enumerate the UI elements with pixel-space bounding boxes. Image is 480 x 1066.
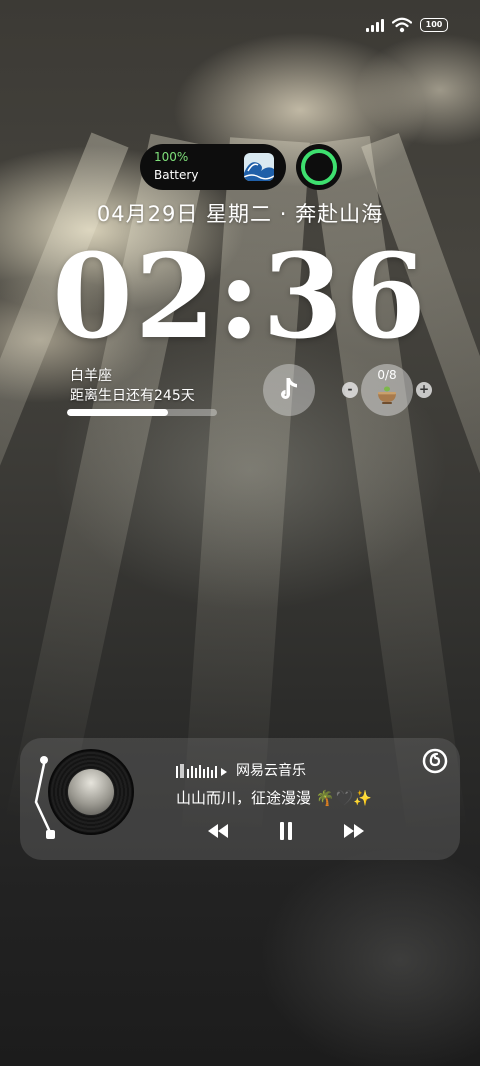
birthday-progress-fill <box>67 409 168 416</box>
previous-button[interactable] <box>206 820 230 842</box>
netease-music-icon[interactable] <box>422 748 448 774</box>
next-button[interactable] <box>342 820 366 842</box>
track-source: 网易云音乐 <box>176 762 306 780</box>
battery-widget[interactable]: 100% Battery <box>140 144 286 190</box>
counter-value: 0/8 <box>377 368 397 382</box>
equalizer-icon <box>176 764 227 778</box>
track-source-label: 网易云音乐 <box>236 763 306 779</box>
signal-icon <box>366 18 384 32</box>
playback-controls <box>206 820 366 842</box>
pause-icon <box>280 822 292 840</box>
clock: 02:36 <box>52 229 428 365</box>
activity-ring-widget[interactable] <box>296 144 342 190</box>
wifi-icon <box>392 17 412 33</box>
tiktok-icon <box>281 378 297 399</box>
birthday-countdown: 距离生日还有245天 <box>70 388 195 404</box>
birthday-progress-bar <box>67 409 217 416</box>
fast-forward-icon <box>344 824 364 838</box>
music-player-card[interactable]: 网易云音乐 山山而川，征途漫漫 🌴🖤✨ <box>20 738 460 860</box>
counter-display[interactable]: 0/8 <box>361 364 413 416</box>
date-line: 04月29日 星期二 · 奔赴山海 <box>96 202 384 226</box>
tiktok-button[interactable] <box>263 364 315 416</box>
water-counter-widget: - 0/8 + <box>342 364 432 416</box>
status-bar: 100 <box>366 14 448 36</box>
decrement-button[interactable]: - <box>342 382 358 398</box>
tea-bowl-icon <box>378 386 396 404</box>
wave-icon <box>244 153 274 181</box>
pause-button[interactable] <box>274 820 298 842</box>
battery-level: 100 <box>425 20 443 29</box>
album-disc <box>48 749 134 835</box>
ring-icon <box>301 149 337 185</box>
album-cover <box>68 769 114 815</box>
increment-button[interactable]: + <box>416 382 432 398</box>
track-title: 山山而川，征途漫漫 🌴🖤✨ <box>176 789 372 807</box>
battery-icon: 100 <box>420 18 448 32</box>
rewind-icon <box>208 824 228 838</box>
zodiac-sign: 白羊座 <box>70 368 112 384</box>
